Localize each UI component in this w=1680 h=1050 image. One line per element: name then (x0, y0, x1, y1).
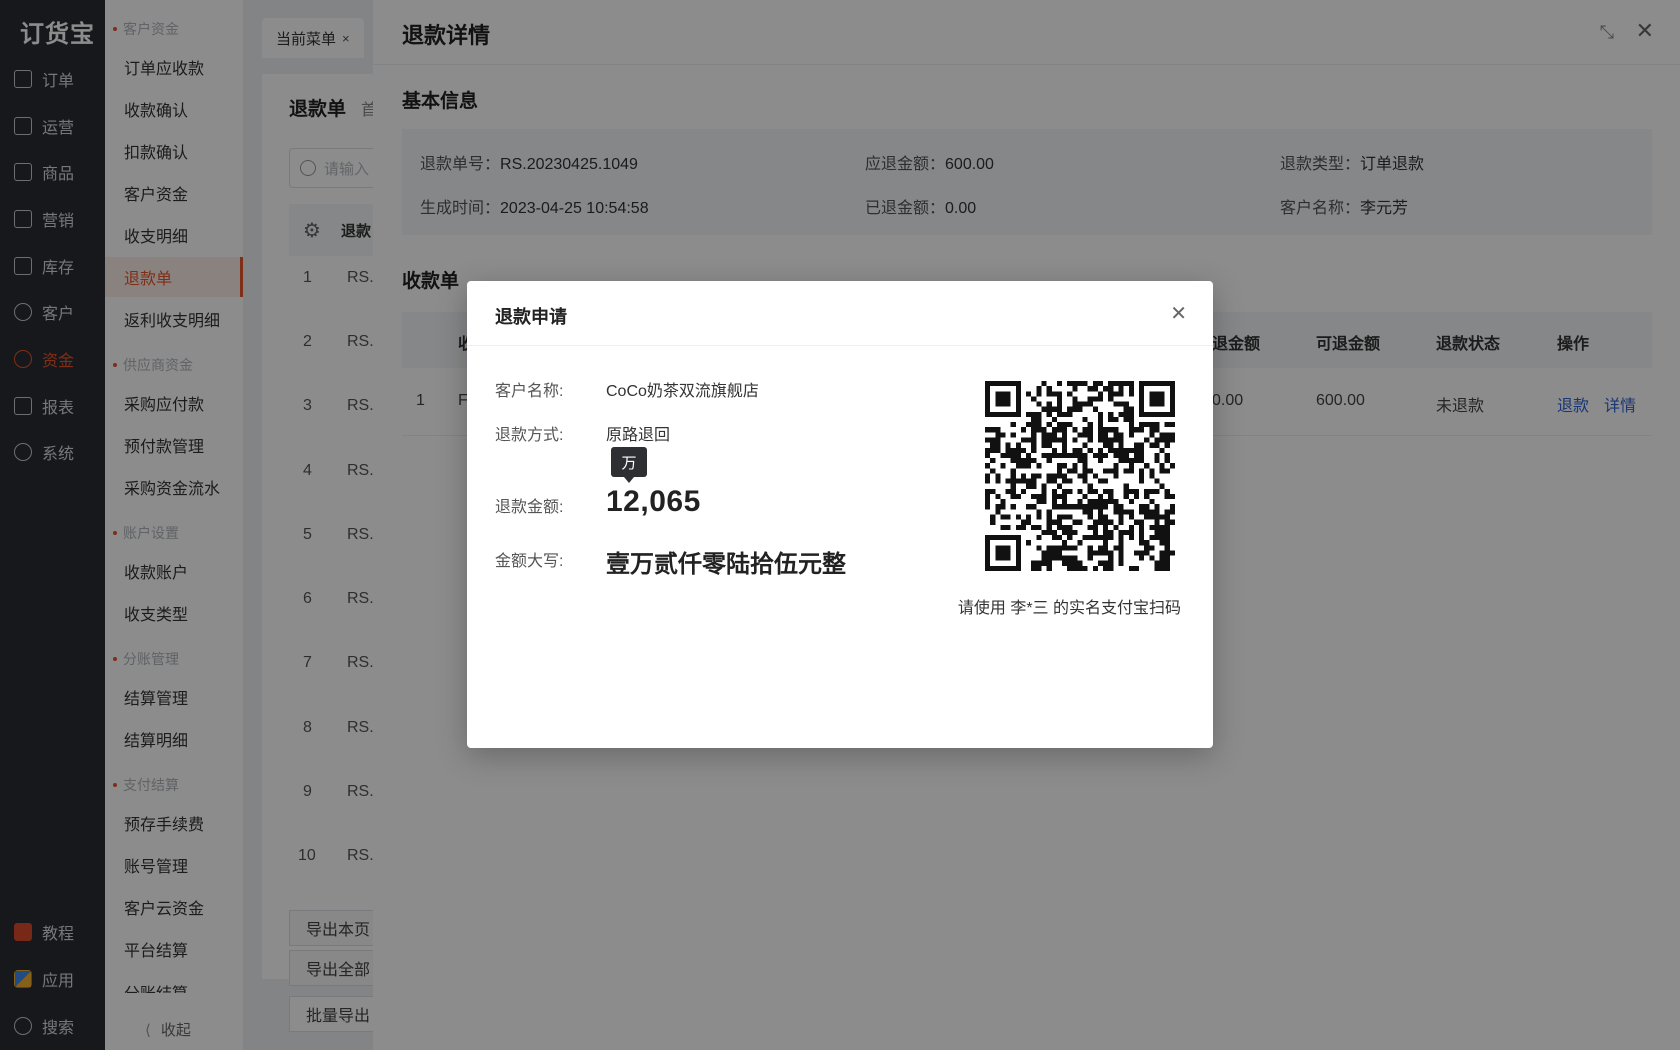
amount-label: 退款金额: (495, 499, 564, 516)
amount-cn-label: 金额大写: (495, 553, 564, 570)
qr-modules (985, 381, 1175, 571)
customer-value: CoCo奶茶双流旗舰店 (606, 383, 759, 400)
qr-finder-pattern (985, 381, 1021, 417)
payment-qr-code (985, 381, 1175, 571)
amount-in-words: 壹万贰仟零陆拾伍元整 (606, 551, 846, 578)
method-label: 退款方式: (495, 427, 564, 444)
refund-amount: 12,065 (606, 485, 701, 518)
modal-title: 退款申请 (495, 307, 567, 327)
close-icon[interactable]: ✕ (1170, 301, 1187, 326)
customer-label: 客户名称: (495, 383, 564, 400)
qr-finder-pattern (985, 535, 1021, 571)
modal-header: 退款申请 ✕ (467, 281, 1213, 346)
qr-caption: 请使用 李*三 的实名支付宝扫码 (957, 600, 1181, 617)
method-value: 原路退回 (606, 427, 671, 444)
refund-request-modal: 退款申请 ✕ 客户名称: CoCo奶茶双流旗舰店 退款方式: 原路退回 万 退款… (467, 281, 1213, 748)
qr-finder-pattern (1139, 381, 1175, 417)
amount-unit-tooltip: 万 (611, 447, 647, 483)
